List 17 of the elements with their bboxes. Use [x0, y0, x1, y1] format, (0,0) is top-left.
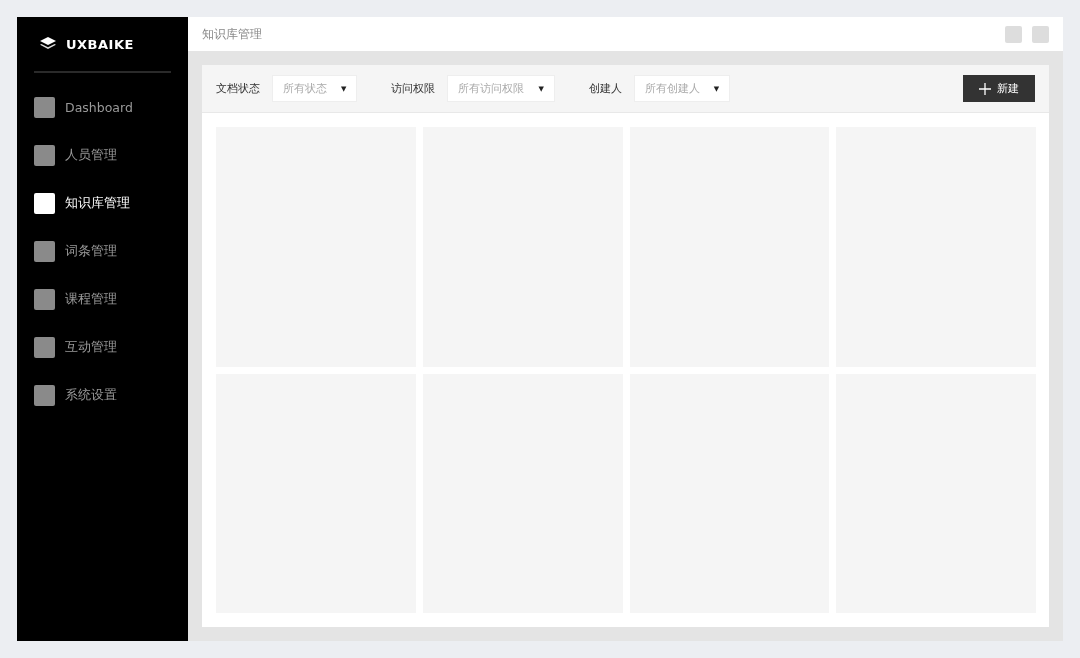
sidebar-item[interactable]: 课程管理	[34, 275, 171, 323]
sidebar-item[interactable]: 词条管理	[34, 227, 171, 275]
logo-text: UXBAIKE	[66, 36, 134, 52]
page-title: 知识库管理	[202, 25, 262, 43]
placeholder-icon[interactable]	[1005, 25, 1022, 43]
sidebar-item[interactable]: 系统设置	[34, 371, 171, 419]
plus-icon	[979, 82, 991, 95]
layers-icon	[40, 37, 56, 51]
sidebar-item[interactable]: 互动管理	[34, 323, 171, 371]
filter-label: 创建人	[588, 81, 622, 96]
sidebar-item[interactable]: 人员管理	[34, 131, 171, 179]
sidebar-item[interactable]: 知识库管理	[34, 179, 171, 227]
sidebar-item[interactable]: Dashboard	[34, 83, 171, 131]
placeholder-icon[interactable]	[1032, 25, 1049, 43]
filter-label: 文档状态	[216, 81, 260, 96]
filter-label: 访问权限	[391, 81, 436, 96]
new-button[interactable]: 新建	[963, 75, 1035, 102]
